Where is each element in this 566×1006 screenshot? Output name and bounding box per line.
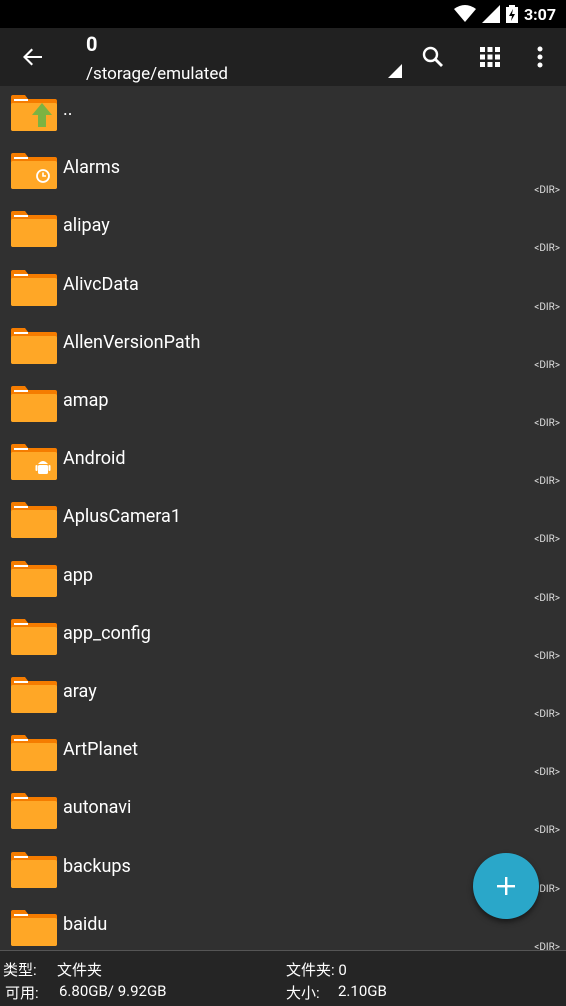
parent-directory-item[interactable]: .. — [0, 86, 566, 144]
toolbar: 0 /storage/emulated — [0, 28, 566, 86]
dir-tag: <DIR> — [534, 185, 560, 196]
folder-icon — [11, 852, 57, 888]
folder-icon — [11, 735, 57, 771]
dir-tag: <DIR> — [534, 418, 560, 429]
search-button[interactable] — [418, 42, 448, 72]
wifi-icon — [453, 5, 476, 22]
dir-tag: <DIR> — [534, 476, 560, 487]
dir-tag: <DIR> — [534, 942, 560, 950]
clock: 3:07 — [523, 4, 556, 24]
type-label: 类型: — [3, 961, 37, 979]
grid-view-icon — [480, 47, 500, 67]
folder-name: baidu — [63, 914, 108, 935]
back-button[interactable] — [18, 42, 48, 72]
folder-icon — [11, 561, 57, 597]
folder-name: app — [63, 565, 94, 586]
dir-tag: <DIR> — [534, 302, 560, 313]
signal-icon — [481, 5, 500, 23]
dir-tag: <DIR> — [534, 825, 560, 836]
folder-icon — [11, 328, 57, 364]
folder-icon — [11, 677, 57, 713]
alarm-folder-icon — [11, 153, 57, 189]
free-space-label: 可用: — [5, 984, 39, 1002]
android-folder-icon — [11, 444, 57, 480]
size-value: 2.10GB — [338, 982, 387, 1000]
folder-name: amap — [63, 390, 109, 411]
dropdown-triangle-icon[interactable] — [388, 64, 402, 78]
folder-name: Alarms — [63, 157, 121, 178]
dir-tag: <DIR> — [534, 593, 560, 604]
battery-icon — [505, 5, 518, 23]
folder-row[interactable]: aray <DIR> — [0, 668, 566, 726]
folder-name: backups — [63, 856, 131, 877]
dir-tag: <DIR> — [534, 651, 560, 662]
dir-tag: <DIR> — [534, 709, 560, 720]
dir-tag: <DIR> — [534, 767, 560, 778]
plus-icon — [497, 877, 515, 895]
folder-row[interactable]: AplusCamera1 <DIR> — [0, 493, 566, 551]
view-mode-button[interactable] — [475, 42, 505, 72]
status-bar: 3:07 — [0, 0, 566, 28]
folder-row[interactable]: Android <DIR> — [0, 435, 566, 493]
folder-row[interactable]: ArtPlanet <DIR> — [0, 726, 566, 784]
parent-folder-icon — [11, 95, 57, 131]
folder-title: 0 — [86, 32, 98, 56]
folder-icon — [11, 619, 57, 655]
add-fab-button[interactable] — [473, 853, 539, 919]
folder-name: Android — [63, 448, 126, 469]
free-space-value: 6.80GB/ 9.92GB — [59, 982, 167, 1000]
folder-name: AplusCamera1 — [63, 506, 181, 527]
folder-icon — [11, 270, 57, 306]
dir-tag: <DIR> — [534, 243, 560, 254]
path-label[interactable]: /storage/emulated — [86, 64, 228, 84]
folder-icon — [11, 386, 57, 422]
type-value: 文件夹 — [57, 961, 103, 979]
folder-row[interactable]: AllenVersionPath <DIR> — [0, 319, 566, 377]
folder-icon — [11, 502, 57, 538]
more-options-button[interactable] — [525, 42, 555, 72]
size-label: 大小: — [286, 984, 320, 1002]
search-icon — [422, 46, 443, 67]
storage-info-footer: 类型: 文件夹 文件夹: 0 可用: 6.80GB/ 9.92GB 大小: 2.… — [0, 950, 566, 1006]
folder-row[interactable]: amap <DIR> — [0, 377, 566, 435]
folder-row[interactable]: AlivcData <DIR> — [0, 261, 566, 319]
file-list: .. Alarms <DIR> alipay <DIR> AlivcData <DIR> A… — [0, 86, 566, 950]
folder-count: 文件夹: 0 — [286, 961, 347, 979]
dir-tag: <DIR> — [534, 360, 560, 371]
parent-directory-label: .. — [63, 99, 73, 120]
folder-row[interactable]: app_config <DIR> — [0, 610, 566, 668]
dir-tag: <DIR> — [534, 534, 560, 545]
folder-row[interactable]: app <DIR> — [0, 552, 566, 610]
folder-name: autonavi — [63, 797, 132, 818]
folder-name: AlivcData — [63, 274, 139, 295]
folder-icon — [11, 793, 57, 829]
folder-row[interactable]: autonavi <DIR> — [0, 784, 566, 842]
arrow-left-icon — [23, 48, 42, 66]
folder-name: app_config — [63, 623, 151, 644]
folder-name: alipay — [63, 215, 110, 236]
folder-name: AllenVersionPath — [63, 332, 201, 353]
more-vert-icon — [537, 46, 543, 68]
folder-name: aray — [63, 681, 97, 702]
folder-icon — [11, 910, 57, 946]
folder-name: ArtPlanet — [63, 739, 139, 760]
folder-row[interactable]: alipay <DIR> — [0, 202, 566, 260]
folder-row[interactable]: Alarms <DIR> — [0, 144, 566, 202]
folder-icon — [11, 211, 57, 247]
